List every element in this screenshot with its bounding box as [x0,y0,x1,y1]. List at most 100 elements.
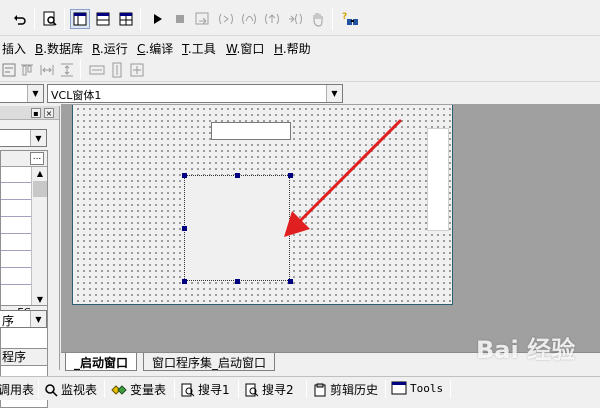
resize-handle[interactable] [182,279,187,284]
toolbar-separator [80,59,81,79]
stop-icon[interactable] [170,9,190,29]
tab-clip-history-label: 剪辑历史 [330,383,379,397]
grid-line [1,182,31,183]
same-width-icon[interactable] [88,61,106,79]
tab-tools-label: Tools [410,381,444,395]
same-height-icon[interactable] [108,61,126,79]
magnifier-icon [45,383,58,397]
svg-text:?: ? [342,12,347,22]
hand-icon[interactable] [308,9,328,29]
tab-search-1-label: 搜寻1 [198,383,230,397]
panel-tab-program[interactable]: 程序 [0,348,48,366]
align-left-icon[interactable] [0,61,18,79]
resize-handle[interactable] [182,173,187,178]
clipboard-icon [314,383,326,396]
layout-3-icon[interactable] [116,9,136,29]
scroll-thumb[interactable] [33,181,47,197]
grid-line [1,267,31,268]
menu-help-label: .帮助 [282,42,311,56]
menu-database[interactable]: B.数据库 [35,40,83,57]
bottom-tabs: 调用表 监视表 变量表 搜寻1 搜寻2 剪辑历史 Tools [0,376,600,400]
toolbar-separator [140,8,141,30]
tab-separator [174,380,175,398]
menu-window[interactable]: W.窗口 [226,40,264,57]
tab-variable-table[interactable]: 变量表 [111,381,166,398]
property-grid-header: ... [1,151,47,167]
watermark-text: Bai 经验 [476,336,576,364]
property-object-combo[interactable]: ▼ [0,129,47,147]
layout-1-icon[interactable] [70,9,90,29]
grid-line [1,233,31,234]
tab-startup-window[interactable]: _启动窗口 [65,353,138,371]
form-selector-value: VCL窗体1 [51,89,102,102]
toolbar-separator [34,8,35,30]
menu-window-key: W [226,42,237,56]
tab-tools[interactable]: Tools [391,381,443,395]
grid-line [1,284,31,285]
step-into-icon[interactable] [216,9,236,29]
menu-tools-label: .工具 [187,42,216,56]
form-selector[interactable]: VCL窗体1 ▼ [47,84,343,103]
menu-bar: 插入 B.数据库 R.运行 C.编译 T.工具 W.窗口 H.帮助 [0,36,600,58]
window-icon [391,381,407,395]
tab-clip-history[interactable]: 剪辑历史 [313,381,378,398]
selector-row: ▼ VCL窗体1 ▼ [0,82,600,104]
help-icon[interactable]: ? [340,9,360,29]
grid-line [1,250,31,251]
menu-run-key: R [92,42,100,56]
object-selector[interactable]: ▼ [0,84,44,103]
tab-call-table[interactable]: 调用表 [0,381,34,398]
space-horizontal-icon[interactable] [38,61,56,79]
pin-icon[interactable]: ▪ [31,108,41,118]
tab-window-program-set[interactable]: 窗口程序集_启动窗口 [143,353,276,371]
align-top-icon[interactable] [18,61,36,79]
run-icon[interactable] [148,9,168,29]
resize-handle[interactable] [182,226,187,231]
tab-separator [306,380,307,398]
step-over-icon[interactable] [239,9,259,29]
program-combo[interactable]: 序 ▼ [0,310,47,328]
tab-variable-table-label: 变量表 [130,383,167,397]
tab-watch-table[interactable]: 监视表 [44,381,97,398]
menu-run[interactable]: R.运行 [92,40,128,57]
layout-2-icon[interactable] [93,9,113,29]
menu-window-label: .窗口 [236,42,265,56]
tab-separator [385,380,386,398]
tab-separator [238,380,239,398]
panel-control[interactable] [427,128,449,231]
scroll-up-icon[interactable]: ▲ [33,167,47,181]
chevron-down-icon[interactable]: ▼ [326,85,342,102]
space-vertical-icon[interactable] [58,61,76,79]
same-size-icon[interactable] [128,61,146,79]
step-icon[interactable] [193,9,213,29]
menu-compile[interactable]: C.编译 [137,40,173,57]
chevron-down-icon[interactable]: ▼ [30,311,46,327]
undo-icon[interactable] [10,9,30,29]
search-doc-icon [181,383,195,396]
tab-separator [38,380,39,398]
ellipsis-button[interactable]: ... [30,152,44,165]
tab-separator [104,380,105,398]
variable-icon [111,384,127,395]
resize-handle[interactable] [235,279,240,284]
tab-search-1[interactable]: 搜寻1 [181,381,230,398]
find-icon[interactable] [40,9,60,29]
resize-handle[interactable] [235,173,240,178]
chevron-down-icon[interactable]: ▼ [27,85,43,102]
resize-handle[interactable] [288,279,293,284]
vertical-scrollbar[interactable]: ▲ ▼ [31,167,47,307]
menu-insert-label: 插入 [2,42,27,56]
toolbar-separator [64,8,65,30]
menu-database-label: .数据库 [43,42,84,56]
tab-search-2-label: 搜寻2 [262,383,294,397]
breakpoint-icon[interactable] [285,9,305,29]
step-out-icon[interactable] [262,9,282,29]
property-grid[interactable]: ... ▲ ▼ [0,150,48,408]
chevron-down-icon[interactable]: ▼ [30,130,46,146]
menu-tools[interactable]: T.工具 [182,40,216,57]
tab-search-2[interactable]: 搜寻2 [245,381,294,398]
annotation-arrow [284,119,402,237]
close-icon[interactable]: × [44,108,54,118]
menu-help[interactable]: H.帮助 [274,40,311,57]
menu-insert[interactable]: 插入 [2,40,26,57]
